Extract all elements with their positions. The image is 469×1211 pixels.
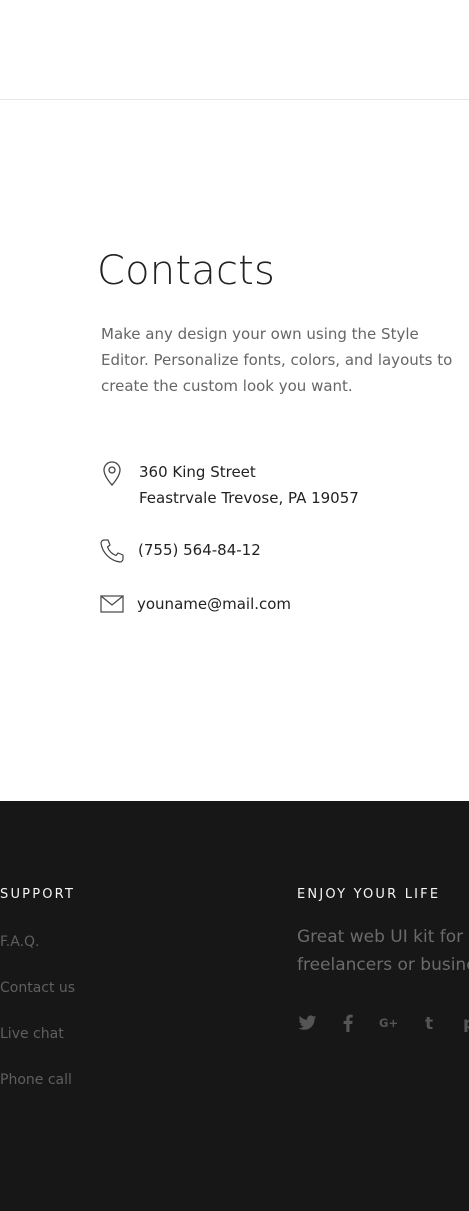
contact-phone: (755) 564-84-12 (100, 537, 261, 565)
twitter-icon[interactable] (297, 1013, 317, 1033)
address-text: 360 King Street Feastrvale Trevose, PA 1… (139, 459, 359, 511)
enjoy-line-1: Great web UI kit for (297, 927, 464, 947)
contact-address: 360 King Street Feastrvale Trevose, PA 1… (100, 459, 359, 511)
support-link-contact-us[interactable]: Contact us (0, 980, 75, 996)
enjoy-line-2: freelancers or busine (297, 955, 469, 975)
svg-text:G+: G+ (379, 1016, 398, 1030)
support-link-faq[interactable]: F.A.Q. (0, 934, 40, 950)
enjoy-heading: ENJOY YOUR LIFE (297, 887, 441, 902)
phone-icon (100, 537, 124, 565)
address-line-2: Feastrvale Trevose, PA 19057 (139, 489, 359, 507)
pinterest-icon[interactable]: p (461, 1013, 469, 1033)
support-link-phone-call[interactable]: Phone call (0, 1072, 72, 1088)
svg-text:p: p (463, 1014, 469, 1032)
support-heading: SUPPORT (0, 887, 76, 902)
phone-number[interactable]: (755) 564-84-12 (138, 537, 261, 563)
svg-text:t: t (425, 1014, 433, 1032)
google-plus-icon[interactable]: G+ (379, 1013, 399, 1033)
address-line-1: 360 King Street (139, 463, 256, 481)
email-address[interactable]: youname@mail.com (137, 591, 291, 617)
page-title: Contacts (97, 248, 276, 294)
map-pin-icon (100, 459, 124, 487)
contact-email: youname@mail.com (100, 591, 291, 619)
tumblr-icon[interactable]: t (420, 1013, 440, 1033)
contacts-description: Make any design your own using the Style… (101, 325, 453, 395)
facebook-icon[interactable] (338, 1013, 358, 1033)
mail-icon (100, 591, 124, 619)
enjoy-description: Great web UI kit for freelancers or busi… (297, 923, 469, 979)
social-links: G+ t p (297, 1013, 469, 1033)
support-link-live-chat[interactable]: Live chat (0, 1026, 64, 1042)
top-header-bar (0, 0, 469, 100)
footer: SUPPORT F.A.Q. Contact us Live chat Phon… (0, 801, 469, 1211)
